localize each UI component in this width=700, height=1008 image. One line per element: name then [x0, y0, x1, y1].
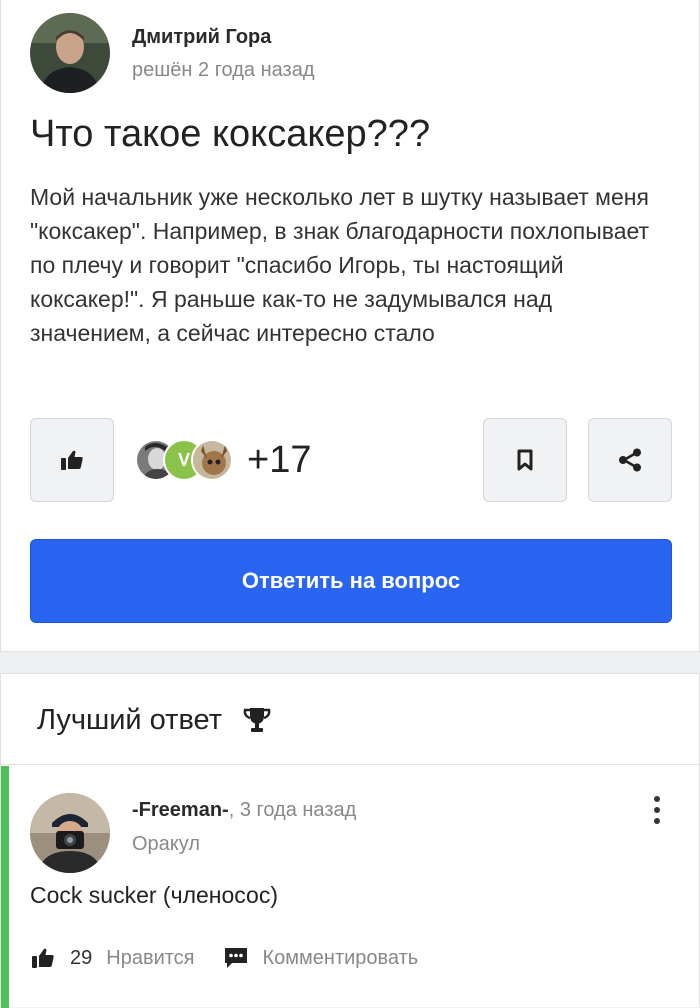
best-answer-accent-bar [1, 766, 9, 1008]
author-name[interactable]: Дмитрий Гора [132, 24, 315, 50]
liker-initial: V [177, 449, 190, 470]
bookmark-icon [517, 449, 533, 471]
likers-extra-count: +17 [247, 439, 312, 481]
best-answer-header: Лучший ответ [1, 674, 699, 765]
best-answer-title: Лучший ответ [37, 702, 272, 738]
answer-comment-button[interactable]: Комментировать [223, 946, 419, 970]
author-meta: Дмитрий Гора решён 2 года назад [132, 24, 315, 83]
author-avatar[interactable] [30, 13, 110, 93]
kebab-menu-icon[interactable] [642, 790, 672, 830]
answer-like-count: 29 [70, 946, 93, 969]
trophy-icon [242, 706, 272, 734]
answer-time: , 3 года назад [228, 799, 357, 821]
answer-author-name[interactable]: -Freeman- [132, 799, 229, 821]
answer-actions: 29 Нравится Комментировать [30, 941, 418, 975]
like-button[interactable] [30, 418, 114, 502]
question-title: Что такое коксакер??? [30, 113, 431, 155]
answer-author-meta: -Freeman-, 3 года назад Оракул [132, 797, 356, 857]
share-button[interactable] [588, 418, 672, 502]
answer-like-icon[interactable] [30, 946, 56, 970]
thumbs-up-icon [61, 450, 83, 470]
share-icon [619, 448, 641, 472]
answer-text: Cock sucker (членосос) [30, 882, 278, 908]
answer-author-rank: Оракул [132, 833, 201, 855]
question-card: Дмитрий Гора решён 2 года назад Что тако… [0, 0, 700, 652]
question-author: Дмитрий Гора решён 2 года назад [30, 13, 315, 93]
best-answer: -Freeman-, 3 года назад Оракул Cock suck… [1, 766, 699, 1008]
answer-author-avatar[interactable] [30, 793, 110, 873]
answer-like-button[interactable]: Нравится [106, 947, 194, 970]
likers-group[interactable]: V +17 [135, 437, 311, 483]
best-answer-card: Лучший ответ -Freeman-, 3 года назад Ора… [0, 673, 700, 1008]
best-answer-heading: Лучший ответ [37, 704, 222, 736]
question-body: Мой начальник уже несколько лет в шутку … [30, 184, 650, 346]
answer-author-line: -Freeman-, 3 года назад [132, 797, 356, 823]
liker-avatar [191, 439, 233, 481]
comment-icon [224, 948, 247, 968]
question-status-time: решён 2 года назад [132, 58, 315, 81]
answer-comment-label: Комментировать [262, 946, 419, 969]
bookmark-button[interactable] [483, 418, 567, 502]
answer-question-button[interactable]: Ответить на вопрос [30, 539, 672, 623]
